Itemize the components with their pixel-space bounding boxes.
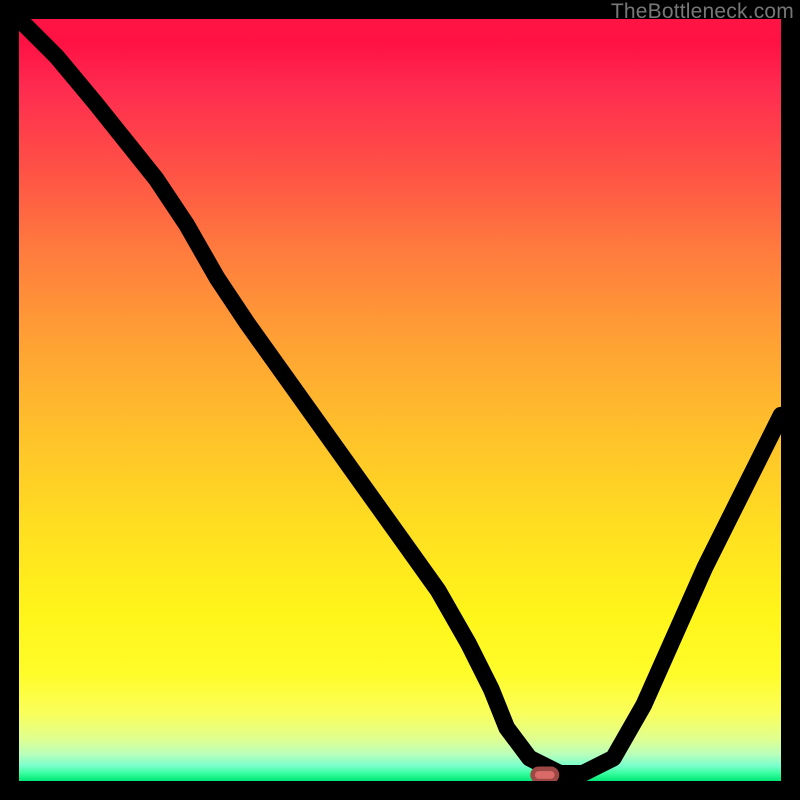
curve-marker [533, 769, 557, 781]
chart-stage: TheBottleneck.com [0, 0, 800, 800]
watermark-text: TheBottleneck.com [611, 0, 794, 24]
chart-svg [19, 19, 781, 781]
plot-area [19, 19, 781, 781]
bottleneck-curve [19, 19, 781, 773]
